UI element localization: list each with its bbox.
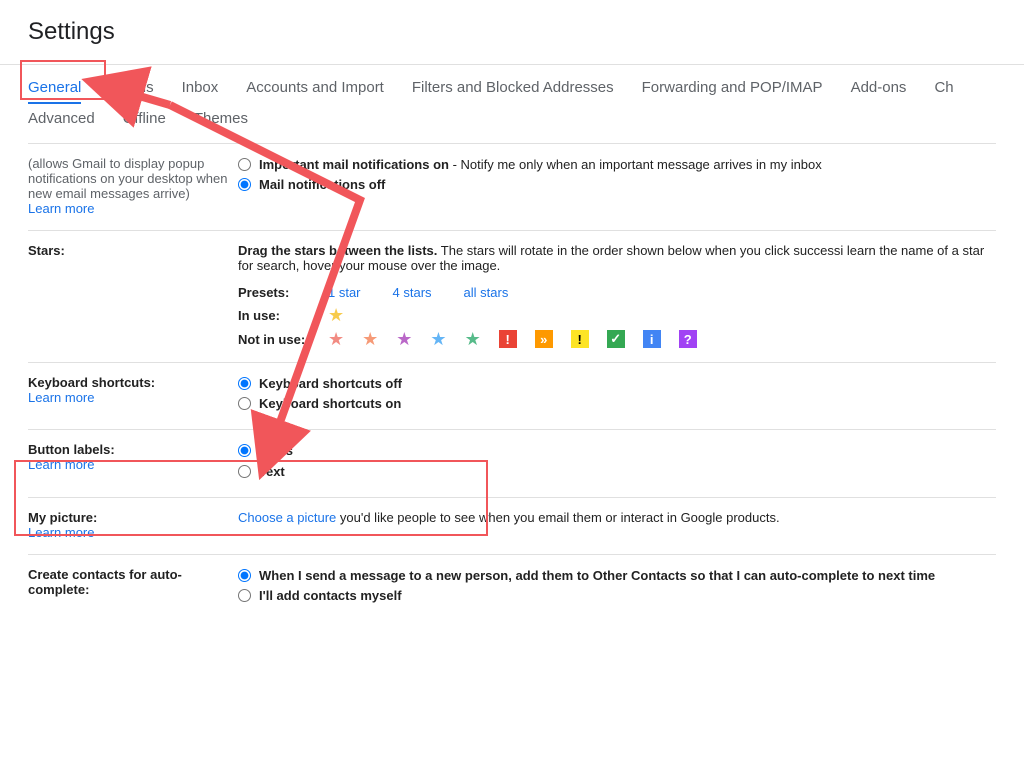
section-desktop-notifications: (allows Gmail to display popup notificat… <box>28 143 996 231</box>
radio-mail-notifications-off[interactable] <box>238 178 251 191</box>
stars-label: Stars: <box>28 243 65 258</box>
tab-accounts-and-import[interactable]: Accounts and Import <box>246 79 384 106</box>
label-kbshortcuts-off: Keyboard shortcuts off <box>259 375 402 393</box>
star-square-icon[interactable]: ! <box>499 330 517 348</box>
tab-labels[interactable]: Labels <box>109 79 153 106</box>
preset-all-stars[interactable]: all stars <box>464 285 509 300</box>
section-create-contacts: Create contacts for auto-complete: When … <box>28 555 996 621</box>
desktop-notifications-learnmore[interactable]: Learn more <box>28 201 94 216</box>
page-title: Settings <box>28 18 1024 46</box>
preset-1-star[interactable]: 1 star <box>328 285 361 300</box>
radio-kbshortcuts-on[interactable] <box>238 397 251 410</box>
label-important-mail-on: Important mail notifications on - Notify… <box>259 156 822 174</box>
star-square-icon[interactable]: ✓ <box>607 330 625 348</box>
label-kbshortcuts-on: Keyboard shortcuts on <box>259 395 401 413</box>
section-stars: Stars: Drag the stars between the lists.… <box>28 231 996 363</box>
tab-advanced[interactable]: Advanced <box>28 110 95 137</box>
tab-forwarding-and-pop-imap[interactable]: Forwarding and POP/IMAP <box>642 79 823 106</box>
desktop-notifications-desc: (allows Gmail to display popup notificat… <box>28 156 227 201</box>
tab-bar: General Labels Inbox Accounts and Import Fil… <box>0 64 1024 137</box>
my-picture-learnmore[interactable]: Learn more <box>28 525 94 540</box>
inuse-label: In use: <box>238 308 328 323</box>
create-contacts-label: Create contacts for auto-complete: <box>28 567 182 597</box>
star-square-icon[interactable]: ! <box>571 330 589 348</box>
tab-add-ons[interactable]: Add-ons <box>851 79 907 106</box>
label-contacts-manual: I'll add contacts myself <box>259 587 402 605</box>
section-button-labels: Button labels: Learn more Icons Text <box>28 430 996 497</box>
star-square-icon[interactable]: i <box>643 330 661 348</box>
tab-offline[interactable]: Offline <box>123 110 166 137</box>
star-icon[interactable]: ★ <box>396 330 412 348</box>
presets-label: Presets: <box>238 285 328 300</box>
star-icon[interactable]: ★ <box>328 330 344 348</box>
radio-contacts-manual[interactable] <box>238 589 251 602</box>
star-icon[interactable]: ★ <box>328 306 344 324</box>
presets-links: 1 star 4 stars all stars <box>328 285 522 300</box>
section-my-picture: My picture: Learn more Choose a picture … <box>28 498 996 555</box>
tab-ch[interactable]: Ch <box>934 79 953 106</box>
label-mail-notifications-off: Mail notifications off <box>259 176 385 194</box>
label-contacts-auto: When I send a message to a new person, a… <box>259 567 935 585</box>
tab-inbox[interactable]: Inbox <box>182 79 219 106</box>
star-icon[interactable]: ★ <box>430 330 446 348</box>
my-picture-desc: you'd like people to see when you email … <box>336 510 779 525</box>
keyboard-shortcuts-learnmore[interactable]: Learn more <box>28 390 94 405</box>
label-buttonlabels-icons: Icons <box>259 442 293 460</box>
keyboard-shortcuts-label: Keyboard shortcuts: <box>28 375 155 390</box>
star-icon[interactable]: ★ <box>362 330 378 348</box>
tab-filters-and-blocked-addresses[interactable]: Filters and Blocked Addresses <box>412 79 614 106</box>
stars-instructions: Drag the stars between the lists. The st… <box>238 243 996 273</box>
button-labels-label: Button labels: <box>28 442 115 457</box>
tab-themes[interactable]: Themes <box>194 110 248 137</box>
radio-contacts-auto[interactable] <box>238 569 251 582</box>
choose-picture-link[interactable]: Choose a picture <box>238 510 336 525</box>
notinuse-label: Not in use: <box>238 332 328 347</box>
preset-4-stars[interactable]: 4 stars <box>393 285 432 300</box>
section-keyboard-shortcuts: Keyboard shortcuts: Learn more Keyboard … <box>28 363 996 430</box>
radio-kbshortcuts-off[interactable] <box>238 377 251 390</box>
button-labels-learnmore[interactable]: Learn more <box>28 457 94 472</box>
star-icon[interactable]: ★ <box>465 330 481 348</box>
label-buttonlabels-text: Text <box>259 463 285 481</box>
radio-important-mail-on[interactable] <box>238 158 251 171</box>
radio-buttonlabels-text[interactable] <box>238 465 251 478</box>
my-picture-label: My picture: <box>28 510 97 525</box>
radio-buttonlabels-icons[interactable] <box>238 444 251 457</box>
star-square-icon[interactable]: ? <box>679 330 697 348</box>
tab-general[interactable]: General <box>28 79 81 106</box>
star-square-icon[interactable]: » <box>535 330 553 348</box>
